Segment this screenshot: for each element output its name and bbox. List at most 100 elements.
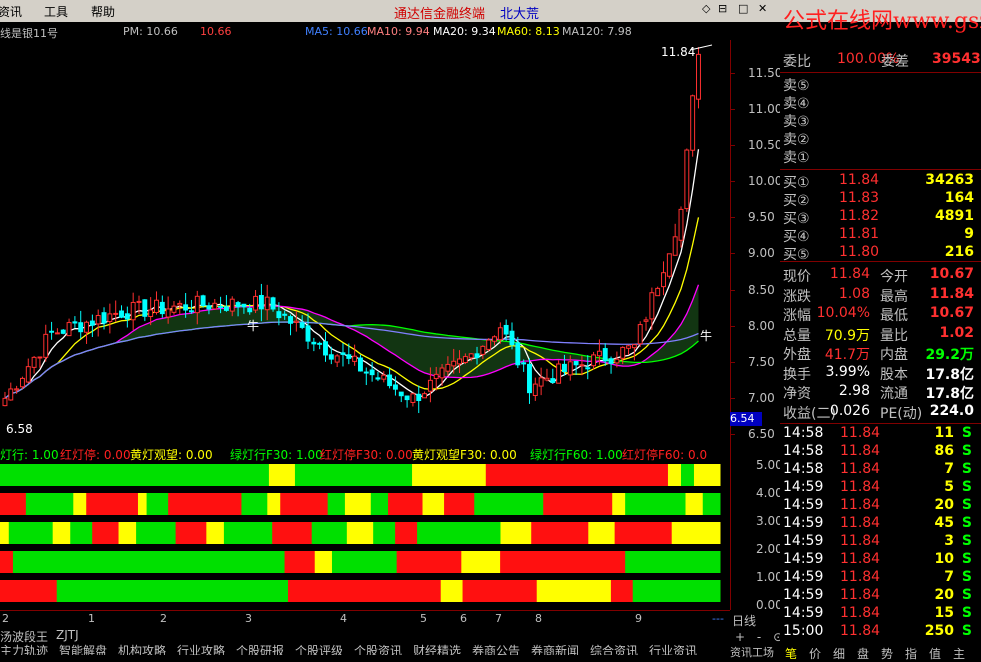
period-label[interactable]: 日线: [732, 612, 756, 629]
news-tab[interactable]: 个股研报: [236, 644, 284, 655]
panel-tab[interactable]: 值: [929, 645, 941, 662]
news-tab[interactable]: 主力轨迹: [0, 644, 48, 655]
news-tab[interactable]: 财经精选: [413, 644, 461, 655]
candlestick-chart[interactable]: 11.846.58牛牛: [0, 40, 730, 438]
panel-tab[interactable]: 细: [833, 645, 845, 662]
tick-flag: S: [961, 587, 972, 603]
candle-body: [468, 353, 474, 359]
news-tab[interactable]: 行业资讯: [649, 644, 697, 655]
candle-body: [177, 302, 183, 306]
candle-body: [614, 358, 620, 364]
ask-label: 卖③: [783, 114, 810, 130]
divider: [780, 261, 981, 262]
ask-row[interactable]: 卖③: [780, 111, 976, 130]
ask-row[interactable]: 卖④: [780, 93, 976, 112]
news-tab[interactable]: 行业攻略: [177, 644, 225, 655]
menu-item-tools[interactable]: 工具: [44, 3, 68, 20]
quote-label: 收益(二): [783, 405, 836, 422]
zoom-in-button[interactable]: +: [735, 630, 745, 644]
date-axis-more[interactable]: ---: [712, 612, 724, 625]
ma120-label: MA120: 7.98: [562, 25, 632, 38]
date-tick: 4: [340, 612, 347, 625]
price-tick: 7.50: [748, 355, 775, 370]
quote-label: 涨跌: [783, 288, 811, 305]
signal-segment: [56, 580, 289, 602]
maximize-icon[interactable]: □: [738, 2, 748, 15]
candle-body: [183, 304, 189, 311]
news-tab[interactable]: 个股资讯: [354, 644, 402, 655]
signal-segment: [396, 551, 462, 573]
news-tab[interactable]: 机构攻略: [118, 644, 166, 655]
tick-flag: S: [961, 479, 972, 495]
ask-row[interactable]: 卖②: [780, 129, 976, 148]
candle-body: [165, 308, 171, 318]
bid-row[interactable]: 买⑤ 11.80 216: [780, 244, 976, 263]
bid-row[interactable]: 买② 11.83 164: [780, 190, 976, 209]
menu-item-help[interactable]: 帮助: [91, 3, 115, 20]
menu-item-news[interactable]: 资讯: [0, 3, 22, 20]
candle-body: [608, 358, 614, 364]
news-tab[interactable]: 个股评级: [295, 644, 343, 655]
tick-mark: [730, 434, 735, 436]
candle-body: [107, 313, 113, 323]
current-price-tag: 6.54: [730, 412, 762, 426]
signal-segment: [531, 522, 589, 544]
panel-tab[interactable]: 指: [905, 645, 917, 662]
news-tab[interactable]: 券商新闻: [531, 644, 579, 655]
tick-price: 11.84: [840, 479, 881, 495]
candle-body: [340, 352, 346, 355]
restore-diamond-icon[interactable]: ◇: [702, 2, 710, 15]
candle-body: [655, 287, 661, 297]
panel-tab[interactable]: 笔: [785, 645, 797, 662]
quote-row: 收益(二) 0.026 PE(动) 224.0: [780, 403, 976, 422]
candle-body: [276, 311, 282, 319]
news-tab[interactable]: 智能解盘: [59, 644, 107, 655]
panel-tab[interactable]: 势: [881, 645, 893, 662]
news-tab[interactable]: 综合资讯: [590, 644, 638, 655]
candle-body: [2, 397, 8, 407]
close-icon[interactable]: ✕: [758, 2, 767, 15]
quote-value: 11.84: [829, 266, 870, 282]
candle-body: [527, 363, 532, 394]
candle-body: [60, 329, 66, 334]
bid-volume: 4891: [935, 208, 974, 224]
ask-row[interactable]: 卖①: [780, 147, 976, 166]
panel-tab[interactable]: 盘: [857, 645, 869, 662]
candle-body: [218, 305, 224, 308]
signal-strips[interactable]: [0, 462, 730, 610]
tick-volume: 45: [934, 515, 954, 531]
candle-body: [427, 379, 433, 392]
minimize-icon[interactable]: ⊟: [718, 2, 727, 15]
candle-body: [515, 342, 521, 366]
candle-body: [72, 321, 78, 324]
tab-wave-king[interactable]: 波段王: [12, 628, 48, 645]
trade-tick-row: 14:59 11.84 20 S: [780, 497, 976, 515]
stock-name: 线是银11号: [0, 27, 58, 40]
signal-segment: [500, 522, 532, 544]
tab-zjtj[interactable]: ZJTJ: [56, 628, 79, 642]
candle-body: [95, 314, 101, 325]
tick-mark: [730, 144, 735, 146]
candle-body: [462, 356, 468, 364]
ask-row[interactable]: 卖⑤: [780, 75, 976, 94]
news-tab[interactable]: 券商公告: [472, 644, 520, 655]
panel-tab[interactable]: 主: [953, 645, 965, 662]
divider: [780, 169, 981, 170]
quote-row: 外盘 41.7万 内盘 29.2万: [780, 344, 976, 363]
quote-value: 10.67: [929, 266, 974, 282]
candle-body: [49, 330, 55, 333]
candle-body: [666, 253, 672, 277]
signal-segment: [25, 493, 74, 515]
panel-tab[interactable]: 价: [809, 645, 821, 662]
signal-segment: [86, 493, 139, 515]
candle-body: [596, 350, 602, 357]
chart-info-bar: 线是银11号 PM: 10.66 10.66 MA5: 10.66 MA10: …: [0, 23, 730, 40]
tab-formula-1[interactable]: 汤: [0, 628, 12, 645]
bid-row[interactable]: 买① 11.84 34263: [780, 172, 976, 191]
zoom-out-button[interactable]: -: [757, 630, 761, 644]
candle-body: [119, 310, 124, 318]
info-workshop-tab[interactable]: 资讯工场: [730, 644, 774, 660]
quote-label: 总量: [783, 327, 811, 344]
bid-row[interactable]: 买④ 11.81 9: [780, 226, 976, 245]
bid-row[interactable]: 买③ 11.82 4891: [780, 208, 976, 227]
